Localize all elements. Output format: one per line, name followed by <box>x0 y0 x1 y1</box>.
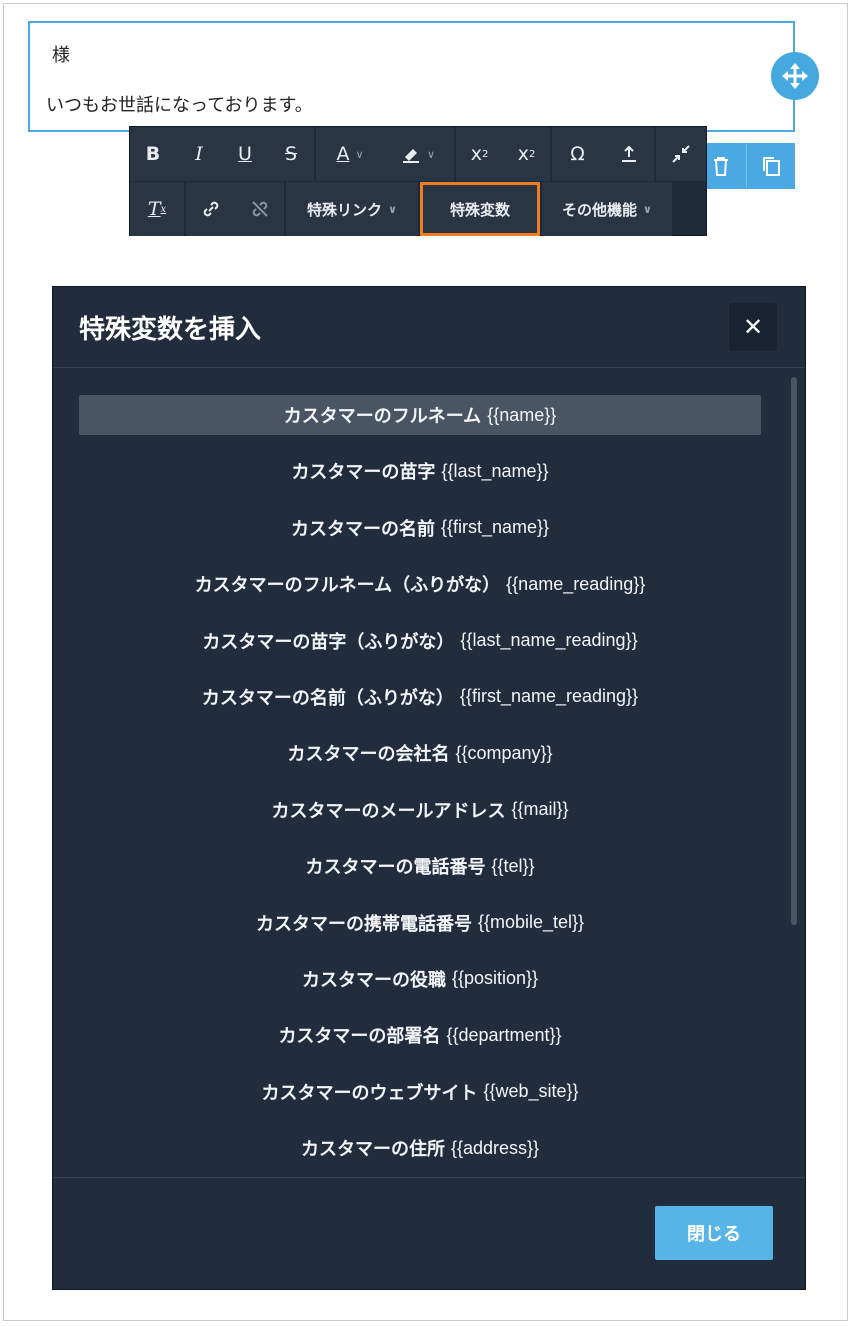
unlink-icon[interactable] <box>235 182 284 236</box>
block-tools <box>697 143 795 189</box>
variable-code: {{last_name_reading}} <box>460 630 638 651</box>
highlight-color-icon[interactable]: ∨ <box>384 127 452 181</box>
variable-code: {{first_name_reading}} <box>459 686 639 707</box>
variable-item[interactable]: カスタマーの苗字（ふりがな） {{last_name_reading}} <box>79 621 761 661</box>
special-link-dropdown[interactable]: 特殊リンク ∨ <box>286 182 418 236</box>
font-color-icon[interactable]: A ∨ <box>316 127 384 181</box>
scrollbar[interactable] <box>791 377 797 925</box>
variable-item[interactable]: カスタマーのウェブサイト {{web_site}} <box>79 1072 761 1112</box>
variable-code: {{company}} <box>455 742 553 763</box>
variable-label: カスタマーの苗字 <box>291 462 436 484</box>
editor-line-salutation: 様 <box>52 45 70 66</box>
bold-icon[interactable]: B <box>130 127 176 181</box>
modal-title: 特殊変数を挿入 <box>79 315 262 345</box>
variable-code: {{tel}} <box>491 855 535 876</box>
variable-item[interactable]: カスタマーの会社名 {{company}} <box>79 733 761 773</box>
variable-item[interactable]: カスタマーの携帯電話番号 {{mobile_tel}} <box>79 903 761 943</box>
editor-line-greeting: いつもお世話になっております。 <box>46 95 313 116</box>
variable-code: {{first_name}} <box>440 517 550 538</box>
other-functions-dropdown[interactable]: その他機能 ∨ <box>542 182 672 236</box>
variable-item[interactable]: カスタマーのフルネーム（ふりがな） {{name_reading}} <box>79 564 761 604</box>
variable-label: カスタマーの名前 <box>290 518 435 540</box>
rich-text-toolbar: B I U S A ∨ ∨ x2 x2 Ω T x 特殊リンク ∨ 特殊変数 そ… <box>129 126 707 236</box>
variable-code: {{mobile_tel}} <box>477 912 585 933</box>
variable-label: カスタマーのフルネーム <box>283 406 482 427</box>
variable-code: {{last_name}} <box>441 460 549 481</box>
variable-label: カスタマーのフルネーム（ふりがな） <box>194 575 501 597</box>
variable-item[interactable]: カスタマーの役職 {{position}} <box>79 959 761 999</box>
link-icon[interactable] <box>186 182 235 236</box>
special-link-label: 特殊リンク <box>307 200 383 219</box>
special-variable-label: 特殊変数 <box>449 200 510 219</box>
move-icon[interactable] <box>771 52 819 100</box>
special-char-icon[interactable]: Ω <box>552 127 603 181</box>
variable-label: カスタマーの電話番号 <box>305 857 486 879</box>
variable-item[interactable]: カスタマーの苗字 {{last_name}} <box>79 451 761 491</box>
other-functions-label: その他機能 <box>562 200 638 219</box>
modal-footer-divider <box>53 1177 805 1178</box>
underline-icon[interactable]: U <box>222 127 268 181</box>
modal-header: 特殊変数を挿入 ✕ <box>53 287 805 368</box>
variable-item[interactable]: カスタマーの住所 {{address}} <box>79 1128 761 1168</box>
variable-code: {{name_reading}} <box>506 573 646 594</box>
special-variable-button[interactable]: 特殊変数 <box>420 182 540 236</box>
variable-label: カスタマーの苗字（ふりがな） <box>202 631 455 653</box>
variable-item[interactable]: カスタマーのフルネーム {{name}} <box>79 395 761 435</box>
variable-item[interactable]: カスタマーの電話番号 {{tel}} <box>79 846 761 886</box>
email-body-editor[interactable]: 様 いつもお世話になっております。 <box>28 21 795 132</box>
variable-label: カスタマーのウェブサイト <box>261 1082 478 1104</box>
upload-icon[interactable] <box>603 127 654 181</box>
variable-code: {{position}} <box>451 968 539 989</box>
variable-label: カスタマーの携帯電話番号 <box>255 913 472 935</box>
variable-item[interactable]: カスタマーの名前 {{first_name}} <box>79 508 761 548</box>
variable-label: カスタマーの役職 <box>301 969 446 991</box>
variable-code: {{name}} <box>487 404 557 425</box>
subscript-icon[interactable]: x2 <box>503 127 550 181</box>
variable-item[interactable]: カスタマーの部署名 {{department}} <box>79 1015 761 1055</box>
italic-icon[interactable]: I <box>176 127 222 181</box>
variable-label: カスタマーの住所 <box>300 1139 445 1161</box>
close-button[interactable]: 閉じる <box>655 1206 773 1260</box>
variable-code: {{address}} <box>450 1137 540 1158</box>
variable-code: {{mail}} <box>511 799 569 820</box>
variable-label: カスタマーの部署名 <box>278 1026 441 1048</box>
variable-item[interactable]: カスタマーのメールアドレス {{mail}} <box>79 790 761 830</box>
variable-code: {{web_site}} <box>483 1081 579 1102</box>
collapse-icon[interactable] <box>656 127 706 181</box>
variable-code: {{department}} <box>446 1024 562 1045</box>
variable-item[interactable]: カスタマーの名前（ふりがな） {{first_name_reading}} <box>79 677 761 717</box>
superscript-icon[interactable]: x2 <box>456 127 503 181</box>
close-icon[interactable]: ✕ <box>729 303 777 351</box>
variable-label: カスタマーのメールアドレス <box>271 800 506 822</box>
variable-label: カスタマーの会社名 <box>287 744 450 766</box>
variable-label: カスタマーの名前（ふりがな） <box>201 687 454 709</box>
clear-format-icon[interactable]: Tx <box>130 182 184 236</box>
variable-list: カスタマーのフルネーム {{name}} カスタマーの苗字 {{last_name}}… <box>79 395 761 1175</box>
special-variable-modal: 特殊変数を挿入 ✕ カスタマーのフルネーム {{name}} カスタマーの苗字 {{l… <box>52 286 806 1290</box>
copy-icon[interactable] <box>745 143 796 189</box>
strikethrough-icon[interactable]: S <box>268 127 314 181</box>
